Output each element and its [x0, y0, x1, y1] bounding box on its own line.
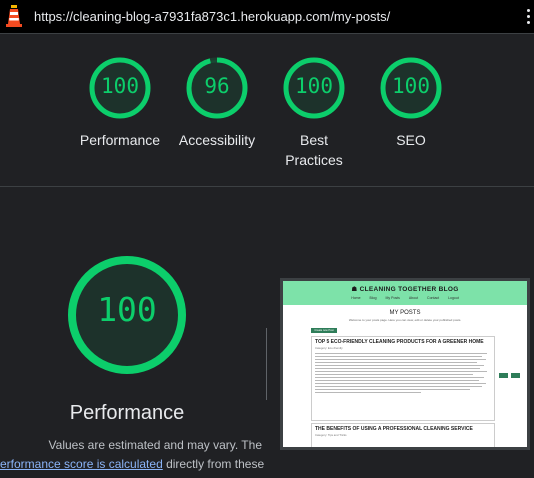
thumb-delete-button [511, 373, 520, 378]
note-text: Values are estimated and may vary. The [48, 438, 262, 452]
gauge-seo[interactable]: 100 SEO [371, 56, 451, 150]
thumb-menu-item: My Posts [385, 296, 400, 300]
gauge-performance[interactable]: 100 Performance [70, 56, 170, 150]
score-label: SEO [396, 132, 426, 148]
note-text-end: directly from these [162, 457, 265, 471]
score-note: Values are estimated and may vary. The e… [0, 436, 265, 474]
vertical-divider [266, 328, 267, 400]
thumb-menu-item: Home [351, 296, 361, 300]
thumb-post-title: THE BENEFITS OF USING A PROFESSIONAL CLE… [315, 426, 473, 432]
thumb-post-meta: Category: Tips and Tricks [315, 433, 347, 437]
address-bar: https://cleaning-blog-a7931fa873c1.herok… [0, 0, 534, 34]
kebab-menu-icon[interactable] [525, 7, 531, 27]
thumb-post-title: TOP 5 ECO-FRIENDLY CLEANING PRODUCTS FOR… [315, 339, 484, 345]
final-screenshot-thumbnail[interactable]: ☗ CLEANING TOGETHER BLOG Home Blog My Po… [280, 278, 530, 450]
thumb-menu-item: About [408, 296, 419, 300]
gauge-accessibility[interactable]: 96 Accessibility [167, 56, 267, 150]
thumb-navbar: ☗ CLEANING TOGETHER BLOG Home Blog My Po… [283, 281, 527, 305]
performance-calculator-link[interactable]: erformance score is calculated [0, 457, 163, 471]
thumb-site-title: ☗ CLEANING TOGETHER BLOG [351, 286, 459, 293]
thumb-menu-item: Contact [427, 296, 440, 300]
thumb-post-card: THE BENEFITS OF USING A PROFESSIONAL CLE… [311, 423, 495, 447]
thumb-post-card: TOP 5 ECO-FRIENDLY CLEANING PRODUCTS FOR… [311, 336, 495, 421]
performance-title: Performance [69, 402, 185, 424]
score-label: Best Practices [285, 132, 343, 168]
thumb-menu-item: Blog [369, 296, 377, 300]
performance-gauge-large: 100 Performance [52, 254, 202, 426]
thumb-edit-button [499, 373, 508, 378]
score-label: Accessibility [178, 132, 256, 148]
thumb-post-meta: Category: Eco-friendly [315, 346, 343, 350]
section-divider [0, 186, 534, 187]
score-value: 100 [392, 74, 430, 98]
thumb-post-body [315, 353, 491, 393]
score-value: 100 [97, 290, 157, 329]
page-url[interactable]: https://cleaning-blog-a7931fa873c1.herok… [34, 9, 390, 24]
thumb-create-button: Create new Post [311, 328, 337, 333]
score-value: 96 [204, 74, 230, 98]
score-value: 100 [101, 74, 139, 98]
thumb-heading: MY POSTS [389, 310, 421, 316]
thumb-menu: Home Blog My Posts About Contact Logout [283, 296, 527, 300]
score-label: Performance [79, 132, 161, 148]
gauge-best-practices[interactable]: 100 Best Practices [274, 56, 354, 170]
lighthouse-icon [6, 5, 22, 27]
thumb-subheading: Welcome to your posts page. Here you can… [348, 318, 462, 322]
score-value: 100 [295, 74, 333, 98]
thumb-menu-item: Logout [448, 296, 459, 300]
